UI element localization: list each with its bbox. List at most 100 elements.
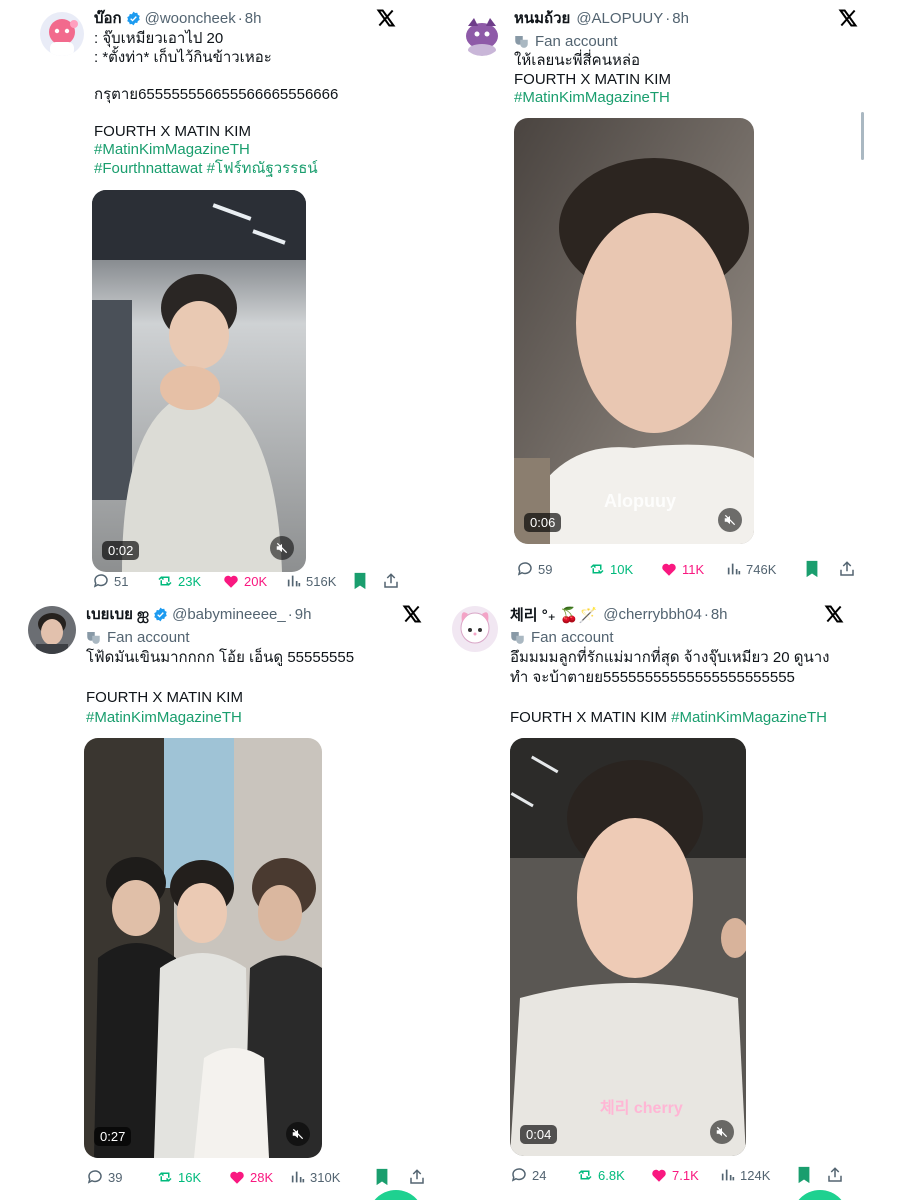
mute-icon (292, 1128, 304, 1140)
bookmark-button[interactable] (796, 1166, 826, 1184)
tweet-card[interactable]: เบยเบย ஐ @babymineeee_ · 9h Fan account … (28, 602, 428, 1186)
views-button[interactable]: 516K (286, 573, 352, 589)
avatar[interactable] (452, 606, 498, 652)
tweet-card[interactable]: 체리 °₊ 🍒🪄 @cherrybbh04 · 8h Fan account อ… (452, 602, 872, 1184)
like-button[interactable]: 11K (660, 560, 726, 578)
mute-icon (724, 514, 736, 525)
retweet-icon (158, 1172, 172, 1182)
hashtag-link[interactable]: #MatinKimMagazineTH (94, 141, 410, 160)
bookmark-icon (376, 1168, 388, 1186)
share-icon (384, 573, 398, 588)
text-line: ทำ จะบ้าตายย55555555555555555555555 (510, 669, 795, 686)
compose-button[interactable] (792, 1190, 848, 1200)
scrollbar[interactable] (861, 112, 864, 160)
fan-account-text: Fan account (535, 32, 618, 50)
share-button[interactable] (382, 572, 404, 590)
fan-account-icon (511, 632, 524, 644)
tweet-card[interactable]: หนมถ้วย @ALOPUUY · 8h Fan account ให้เลย… (460, 6, 880, 578)
mute-button[interactable] (286, 1122, 310, 1146)
mute-button[interactable] (718, 507, 742, 532)
tweet-actions: 51 23K 20K 516K (92, 572, 404, 590)
text-line: กรุตาย655555556655566665556666 (94, 85, 339, 103)
reply-count: 24 (532, 1167, 547, 1183)
text-line-blank (510, 688, 872, 708)
x-logo-icon[interactable] (376, 8, 396, 28)
display-name[interactable]: 체리 °₊ 🍒🪄 (510, 604, 597, 625)
reply-button[interactable]: 51 (92, 572, 156, 590)
timestamp[interactable]: 8h (245, 10, 262, 27)
user-handle[interactable]: @ALOPUUY (576, 10, 663, 27)
tweet-header: หนมถ้วย @ALOPUUY · 8h (514, 6, 880, 30)
like-count: 7.1K (672, 1167, 699, 1183)
view-count: 516K (306, 573, 337, 589)
timestamp[interactable]: 9h (295, 606, 312, 623)
share-icon (828, 1167, 842, 1182)
timestamp[interactable]: 8h (711, 606, 728, 623)
hashtag-link[interactable]: #MatinKimMagazineTH (514, 89, 880, 108)
fan-account-text: Fan account (531, 628, 614, 646)
x-logo-icon[interactable] (838, 8, 858, 28)
x-logo-icon[interactable] (402, 604, 422, 624)
video-player[interactable]: 0:02 (92, 190, 306, 572)
views-button[interactable]: 746K (726, 561, 804, 577)
bookmark-icon (806, 560, 818, 578)
retweet-button[interactable]: 6.8K (576, 1166, 650, 1184)
avatar[interactable] (460, 12, 504, 56)
tweet-text: อึมมมมลูกที่รักแม่มากที่สุด จ้างจุ๊บเหมี… (510, 648, 872, 728)
mute-button[interactable] (710, 1120, 734, 1144)
mute-button[interactable] (270, 536, 294, 560)
retweet-button[interactable]: 16K (156, 1168, 228, 1186)
share-button[interactable] (408, 1168, 430, 1186)
retweet-button[interactable]: 10K (588, 560, 660, 578)
reply-button[interactable]: 59 (516, 560, 588, 578)
avatar[interactable] (40, 12, 84, 56)
reply-button[interactable]: 39 (86, 1168, 156, 1186)
like-button[interactable]: 7.1K (650, 1166, 720, 1184)
fan-account-label: Fan account (510, 626, 872, 648)
like-icon (230, 1171, 244, 1184)
text-inline: FOURTH X MATIN KIM (510, 709, 667, 726)
views-icon (287, 575, 301, 587)
video-player[interactable]: Alopuuy 0:06 (514, 117, 754, 544)
like-button[interactable]: 28K (228, 1168, 290, 1186)
hashtag-link[interactable]: #MatinKimMagazineTH (671, 709, 827, 726)
display-name[interactable]: หนมถ้วย (514, 6, 570, 30)
views-button[interactable]: 124K (720, 1167, 796, 1183)
view-count: 746K (746, 561, 777, 577)
bookmark-button[interactable] (352, 572, 382, 590)
retweet-count: 6.8K (598, 1167, 625, 1183)
views-button[interactable]: 310K (290, 1169, 374, 1185)
share-button[interactable] (826, 1166, 848, 1184)
separator: · (703, 605, 709, 623)
user-handle[interactable]: @wooncheek (145, 10, 236, 27)
display-name[interactable]: เบยเบย ஐ (86, 602, 149, 626)
avatar[interactable] (28, 606, 76, 654)
reply-button[interactable]: 24 (510, 1166, 576, 1184)
hashtag-link[interactable]: #MatinKimMagazineTH (86, 708, 428, 728)
retweet-button[interactable]: 23K (156, 572, 222, 590)
share-button[interactable] (838, 560, 860, 578)
video-watermark: 체리 cherry (600, 1100, 683, 1117)
reply-count: 51 (114, 573, 129, 589)
verified-badge-icon (154, 607, 167, 621)
tweet-card[interactable]: บ๊อก @wooncheek · 8h : จุ๊บเหมียวเอาไป 2… (40, 6, 410, 590)
bookmark-button[interactable] (374, 1168, 408, 1186)
compose-button[interactable] (368, 1190, 424, 1200)
display-name[interactable]: บ๊อก (94, 6, 122, 30)
x-logo-icon[interactable] (824, 604, 844, 624)
text-line-blank (94, 67, 410, 86)
user-handle[interactable]: @cherrybbh04 (603, 606, 702, 623)
retweet-count: 16K (178, 1169, 202, 1185)
video-player[interactable]: 체리 cherry 0:04 (510, 738, 746, 1156)
video-player[interactable]: 0:27 (84, 738, 322, 1158)
hashtag-link[interactable]: #Fourthnattawat #โฟร์ทณัฐวรรธน์ (94, 160, 410, 179)
timestamp[interactable]: 8h (672, 10, 689, 27)
bookmark-button[interactable] (804, 560, 838, 578)
tweet-text: ให้เลยนะพี่สี่คนหล่อ FOURTH X MATIN KIM #M… (514, 52, 880, 108)
user-handle[interactable]: @babymineeee_ (172, 606, 286, 623)
like-icon (224, 575, 238, 588)
like-button[interactable]: 20K (222, 572, 286, 590)
share-icon (410, 1169, 424, 1184)
tweet-header: เบยเบย ஐ @babymineeee_ · 9h (86, 602, 428, 626)
tweet-text: โฟ้ดมันเขินมากกกก โอ้ย เอ็นดู 55555555 F… (86, 648, 428, 728)
